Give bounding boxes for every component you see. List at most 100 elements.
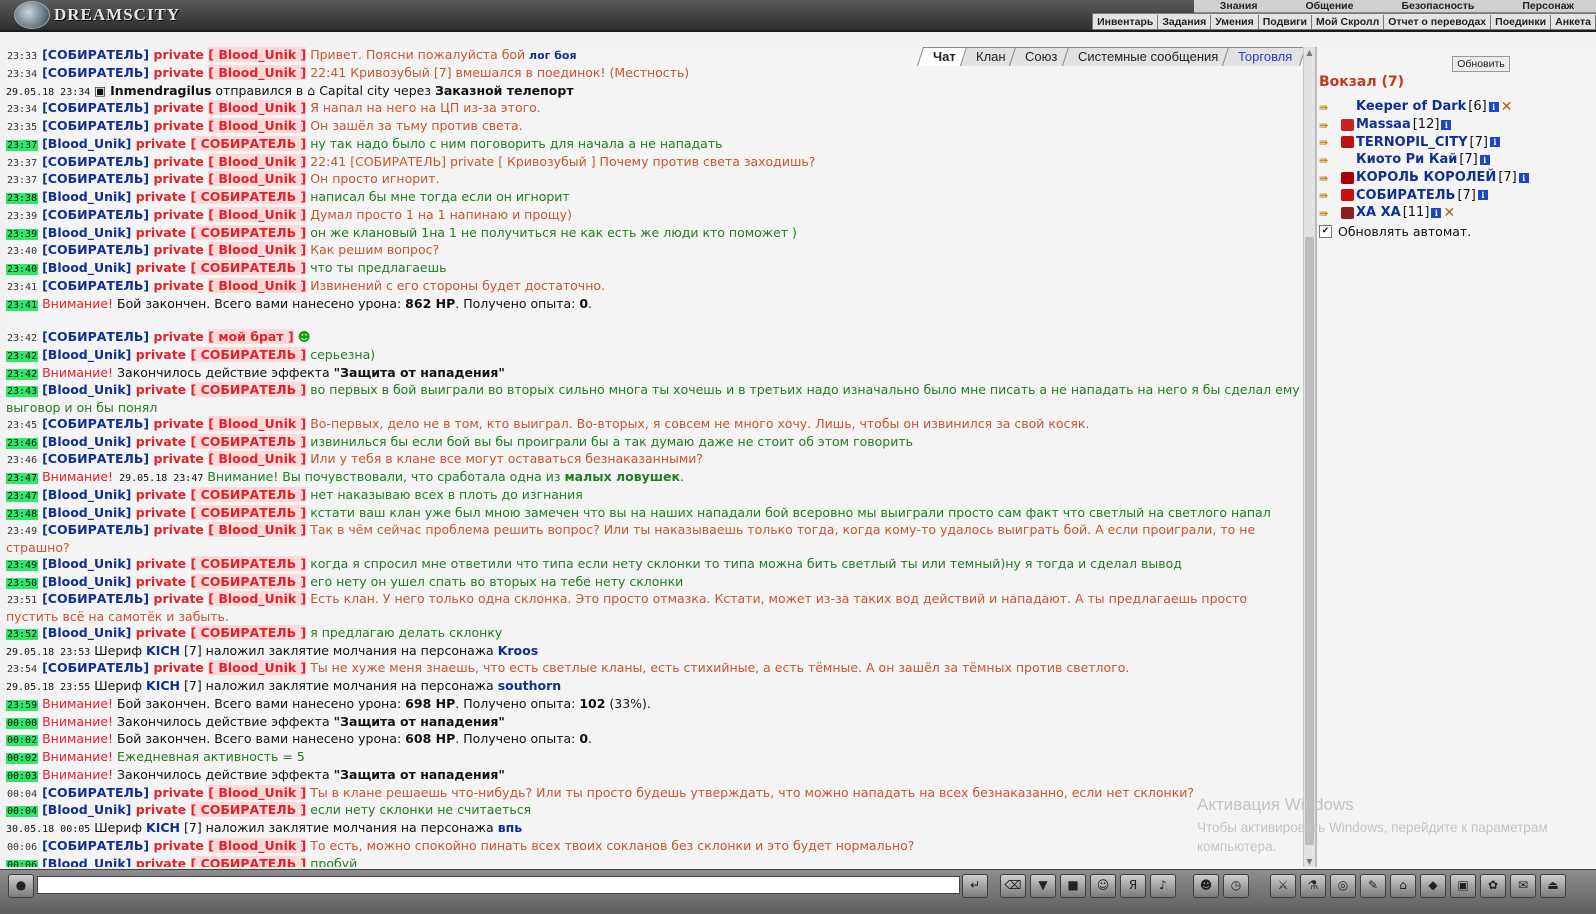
private-recipient[interactable]: private [ СОБИРАТЕЛЬ ] xyxy=(131,189,307,204)
private-recipient[interactable]: private [ СОБИРАТЕЛЬ ] xyxy=(131,802,307,818)
sender-name[interactable]: [СОБИРАТЕЛЬ] xyxy=(42,522,149,537)
user-row[interactable]: ⇛ Massaa [12] i xyxy=(1319,116,1529,134)
private-recipient[interactable]: private [ Blood_Unik ] xyxy=(149,242,307,258)
battle-log-link[interactable]: лог боя xyxy=(525,49,577,62)
recipient-nick[interactable]: [ Blood_Unik ] xyxy=(208,591,307,607)
gold-icon[interactable]: ◎ xyxy=(1330,874,1356,898)
recipient-nick[interactable]: [ Blood_Unik ] xyxy=(208,837,307,853)
player-name[interactable]: Inmendragilus xyxy=(110,83,211,98)
attack-icon[interactable]: ✕ xyxy=(1501,99,1513,115)
recipient-nick[interactable]: [ СОБИРАТЕЛЬ ] xyxy=(190,486,307,502)
sender-name[interactable]: [СОБИРАТЕЛЬ] xyxy=(42,47,149,62)
sender-name[interactable]: [Blood_Unik] xyxy=(42,487,131,502)
silenced-player[interactable]: впь xyxy=(498,820,522,835)
sender-name[interactable]: [Blood_Unik] xyxy=(42,625,131,640)
recipient-nick[interactable]: [ Blood_Unik ] xyxy=(208,277,307,293)
attack-icon[interactable]: ✕ xyxy=(1443,205,1455,221)
eraser-icon[interactable]: ⌫ xyxy=(1000,874,1026,898)
sender-name[interactable]: [СОБИРАТЕЛЬ] xyxy=(42,451,149,466)
private-recipient[interactable]: private [ СОБИРАТЕЛЬ ] xyxy=(131,573,307,589)
sender-name[interactable]: [СОБИРАТЕЛЬ] xyxy=(42,65,149,80)
private-recipient[interactable]: private [ Blood_Unik ] xyxy=(149,64,307,80)
submenu-profile[interactable]: Анкета xyxy=(1551,14,1596,29)
sender-name[interactable]: [СОБИРАТЕЛЬ] xyxy=(42,591,149,606)
chat-input[interactable] xyxy=(37,876,960,894)
menu-character[interactable]: Персонаж xyxy=(1496,0,1596,12)
recipient-nick[interactable]: [ СОБИРАТЕЛЬ ] xyxy=(190,555,307,571)
recipient-nick[interactable]: [ Blood_Unik ] xyxy=(208,415,307,431)
sender-name[interactable]: [Blood_Unik] xyxy=(42,856,131,868)
info-icon[interactable]: i xyxy=(1479,154,1490,165)
auto-update-toggle[interactable]: ✔ Обновлять автомат. xyxy=(1319,224,1471,239)
submenu-duels[interactable]: Поединки xyxy=(1491,14,1552,29)
user-name[interactable]: Massaa xyxy=(1356,117,1411,132)
recipient-nick[interactable]: [ Blood_Unik ] xyxy=(208,47,307,62)
sender-name[interactable]: [Blood_Unik] xyxy=(42,382,131,397)
send-icon[interactable]: ↵ xyxy=(962,874,988,898)
user-row[interactable]: ⇛ Keeper of Dark [6] i ✕ xyxy=(1319,98,1529,116)
save-log-icon[interactable]: ■ xyxy=(1060,874,1086,898)
private-recipient[interactable]: private [ СОБИРАТЕЛЬ ] xyxy=(131,624,307,640)
inventory-icon[interactable]: ▣ xyxy=(1450,874,1476,898)
private-recipient[interactable]: private [ Blood_Unik ] xyxy=(149,591,307,607)
sender-name[interactable]: [Blood_Unik] xyxy=(42,189,131,204)
sender-name[interactable]: [Blood_Unik] xyxy=(42,802,131,817)
private-recipient[interactable]: private [ Blood_Unik ] xyxy=(149,100,307,116)
info-icon[interactable]: i xyxy=(1431,207,1442,218)
user-row[interactable]: ⇛ Киото Ри Кай [7] i xyxy=(1319,151,1529,169)
private-recipient[interactable]: private [ мой брат ] xyxy=(149,329,294,344)
user-row[interactable]: ⇛ СОБИРАТЕЛЬ [7] i xyxy=(1319,186,1529,204)
refresh-button[interactable]: Обновить xyxy=(1452,56,1510,72)
private-recipient[interactable]: private [ Blood_Unik ] xyxy=(149,153,307,169)
clock-icon[interactable]: ◷ xyxy=(1223,874,1249,898)
recipient-nick[interactable]: [ СОБИРАТЕЛЬ ] xyxy=(190,855,307,867)
shield-icon[interactable]: ◆ xyxy=(1420,874,1446,898)
private-recipient[interactable]: private [ СОБИРАТЕЛЬ ] xyxy=(131,382,307,398)
private-recipient[interactable]: private [ Blood_Unik ] xyxy=(149,784,307,800)
private-recipient[interactable]: private [ Blood_Unik ] xyxy=(149,171,307,187)
action-icon[interactable]: ⇛ xyxy=(1319,189,1339,202)
private-recipient[interactable]: private [ СОБИРАТЕЛЬ ] xyxy=(131,260,307,275)
recipient-nick[interactable]: [ СОБИРАТЕЛЬ ] xyxy=(190,260,307,275)
recipient-nick[interactable]: [ СОБИРАТЕЛЬ ] xyxy=(190,433,307,449)
recipient-nick[interactable]: [ Blood_Unik ] xyxy=(208,206,307,222)
recipient-nick[interactable]: [ СОБИРАТЕЛЬ ] xyxy=(190,224,307,240)
recipient-nick[interactable]: [ СОБИРАТЕЛЬ ] xyxy=(190,135,307,151)
user-name[interactable]: ХА ХА xyxy=(1356,205,1401,220)
sword-icon[interactable]: ⚔ xyxy=(1270,874,1296,898)
private-recipient[interactable]: private [ СОБИРАТЕЛЬ ] xyxy=(131,224,307,240)
sheriff-name[interactable]: KICH xyxy=(146,643,180,658)
private-recipient[interactable]: private [ Blood_Unik ] xyxy=(149,206,307,222)
info-icon[interactable]: i xyxy=(1518,172,1529,183)
private-recipient[interactable]: private [ СОБИРАТЕЛЬ ] xyxy=(131,135,307,151)
private-recipient[interactable]: private [ Blood_Unik ] xyxy=(149,451,307,467)
recipient-nick[interactable]: [ Blood_Unik ] xyxy=(208,784,307,800)
submenu-achievements[interactable]: Подвиги xyxy=(1259,14,1312,29)
menu-security[interactable]: Безопасность xyxy=(1375,0,1496,12)
sound-icon[interactable]: ♪ xyxy=(1150,874,1176,898)
recipient-nick[interactable]: [ СОБИРАТЕЛЬ ] xyxy=(190,802,307,818)
private-recipient[interactable]: private [ СОБИРАТЕЛЬ ] xyxy=(131,555,307,571)
private-recipient[interactable]: private [ Blood_Unik ] xyxy=(149,118,307,133)
private-recipient[interactable]: private [ Blood_Unik ] xyxy=(149,837,307,853)
info-icon[interactable]: i xyxy=(1441,119,1452,130)
recipient-nick[interactable]: [ СОБИРАТЕЛЬ ] xyxy=(190,382,307,398)
recipient-nick[interactable]: [ Blood_Unik ] xyxy=(208,242,307,258)
private-recipient[interactable]: private [ Blood_Unik ] xyxy=(149,47,307,62)
recipient-nick[interactable]: [ Blood_Unik ] xyxy=(208,118,307,133)
user-name[interactable]: TERNOPIL_CITY xyxy=(1356,135,1468,150)
filter-icon[interactable]: ▼ xyxy=(1030,874,1056,898)
private-recipient[interactable]: private [ Blood_Unik ] xyxy=(149,660,307,676)
recipient-nick[interactable]: [ Blood_Unik ] xyxy=(208,100,307,116)
menu-communication[interactable]: Общение xyxy=(1279,0,1375,12)
tab-system-messages[interactable]: Системные сообщения xyxy=(1061,47,1233,66)
user-name[interactable]: СОБИРАТЕЛЬ xyxy=(1356,188,1455,203)
sender-name[interactable]: [Blood_Unik] xyxy=(42,347,131,362)
scroll-up-icon[interactable]: ▲ xyxy=(1305,48,1314,57)
sender-name[interactable]: [СОБИРАТЕЛЬ] xyxy=(42,660,149,675)
sender-name[interactable]: [СОБИРАТЕЛЬ] xyxy=(42,278,149,293)
action-icon[interactable]: ⇛ xyxy=(1319,207,1339,220)
recipient-nick[interactable]: [ СОБИРАТЕЛЬ ] xyxy=(190,504,307,520)
private-recipient[interactable]: private [ Blood_Unik ] xyxy=(149,277,307,293)
sender-name[interactable]: [СОБИРАТЕЛЬ] xyxy=(42,171,149,186)
